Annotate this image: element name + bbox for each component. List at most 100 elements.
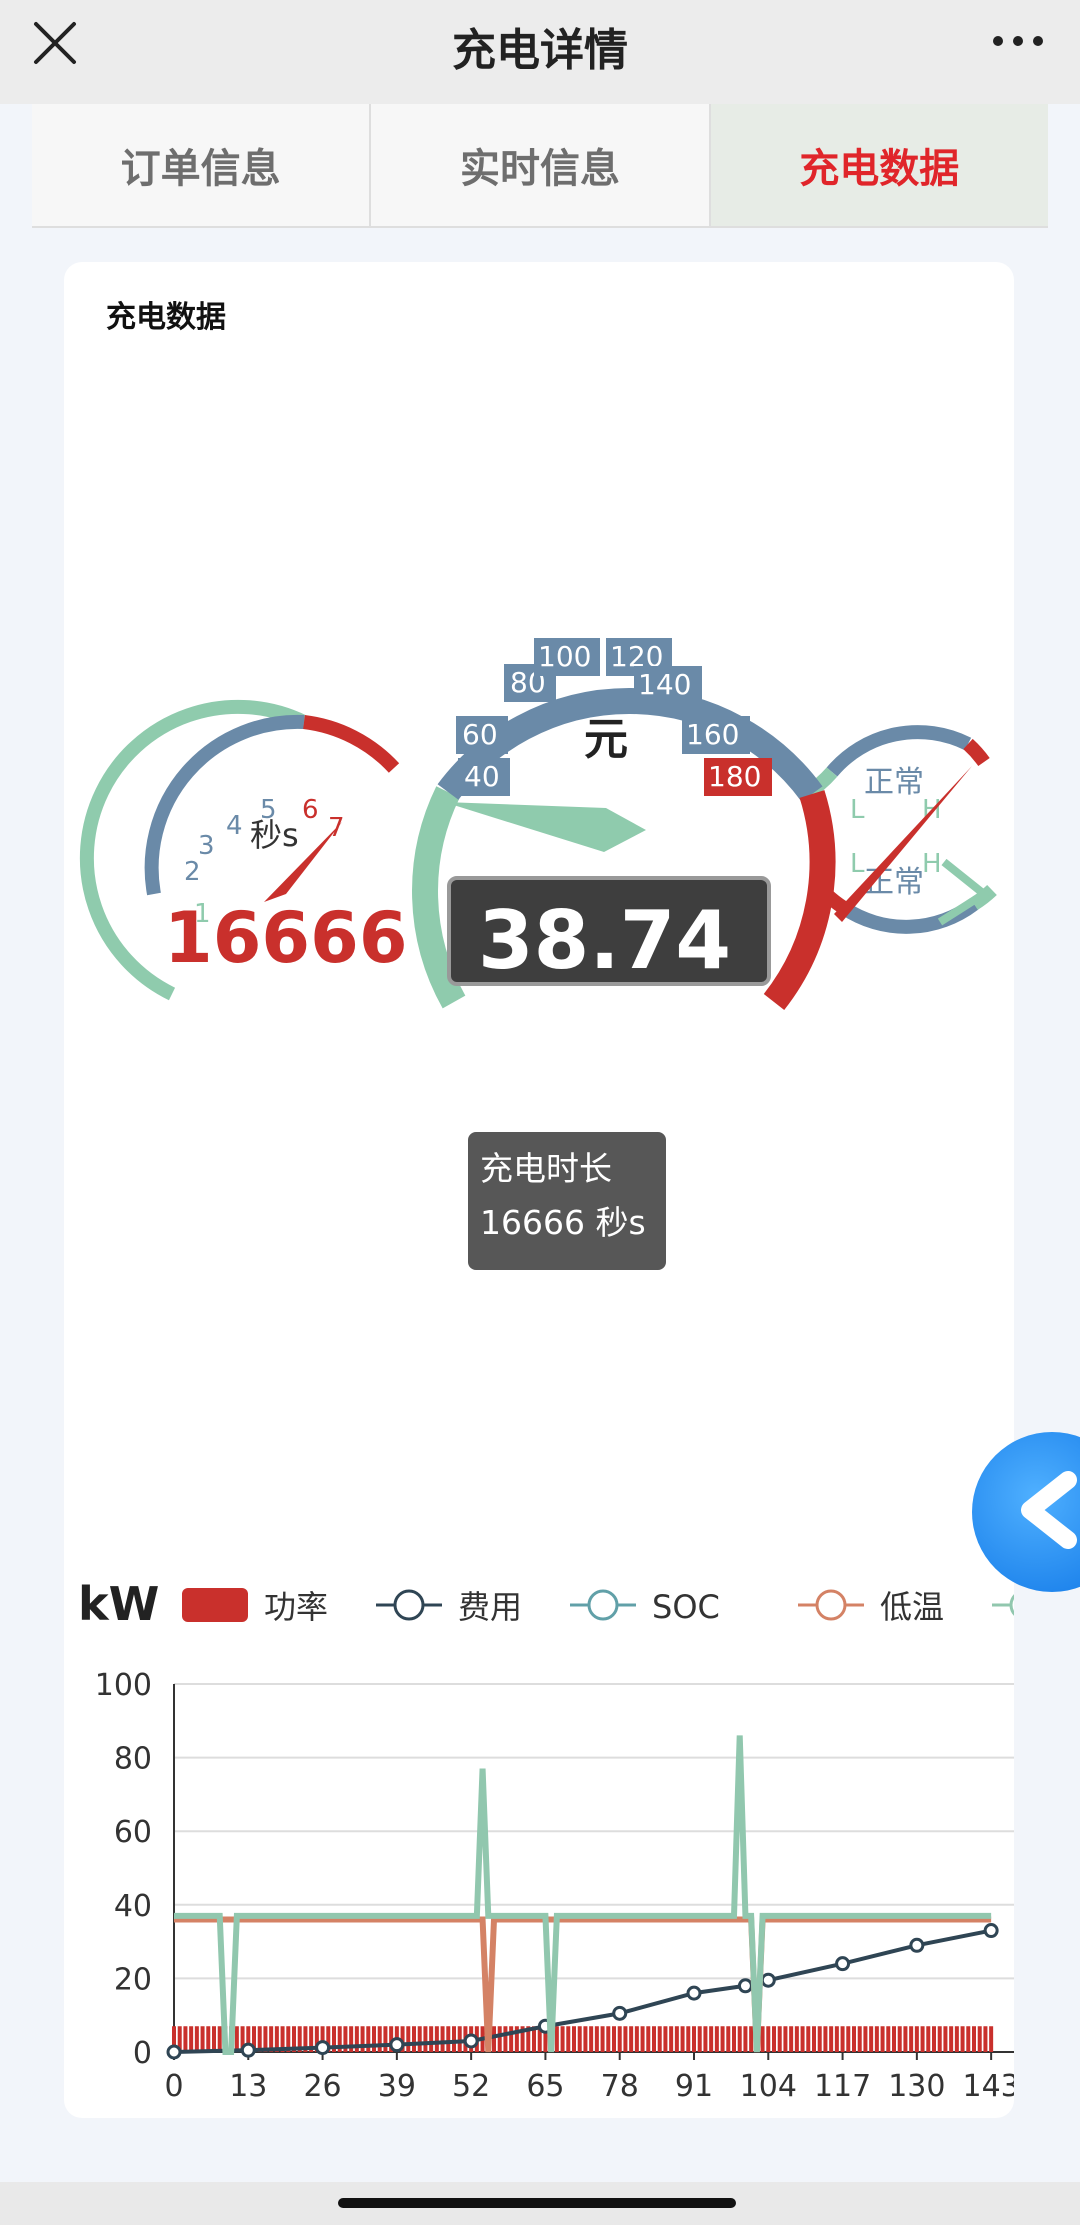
legend-item-0: 功率 [182,1588,328,1626]
power-bar [926,2026,931,2052]
power-bar [583,2026,588,2052]
cost-tick-180: 180 [708,760,761,793]
x-tick-label: 143 [963,2069,1014,2102]
power-bar [640,2026,645,2052]
power-bar [783,2026,788,2052]
power-bar [732,2026,736,2052]
power-bar [697,2026,702,2052]
gauge-cluster: 1 2 3 4 5 6 7 秒s 16666 正常 正常 H L H L [79,638,997,1011]
power-bar [183,2026,188,2052]
series-line-高温 [174,1735,992,2055]
power-bar [206,2026,211,2052]
more-icon[interactable] [992,34,1044,48]
page-title: 充电详情 [452,25,628,76]
power-bar [806,2026,811,2052]
power-bar [577,2026,582,2052]
power-bar [703,2026,708,2052]
legend-item-2: SOC [570,1588,720,1626]
power-bar [554,2026,559,2052]
power-bar [726,2026,731,2052]
power-bar [674,2026,679,2052]
power-bar [874,2026,879,2052]
chevron-left-icon [1021,1471,1077,1549]
legend-item-4: 高温 [992,1594,1014,1616]
x-tick-label: 52 [452,2069,490,2102]
power-bar [749,2026,754,2052]
x-tick-label: 65 [526,2069,564,2102]
power-bar [612,2026,616,2052]
power-bar [652,2026,656,2052]
chart-ylabel: kW [78,1577,159,1631]
power-bar [492,2026,496,2052]
power-bar [212,2026,216,2052]
data-point [686,1985,702,2001]
series-line-费用 [173,1928,992,2054]
power-bar [423,2026,428,2052]
power-bar [840,2026,845,2052]
cost-tick-160: 160 [686,718,739,751]
legend-item-1: 费用 [376,1588,522,1626]
power-bar [892,2026,896,2052]
power-bar [863,2026,868,2052]
power-bar [829,2026,834,2052]
power-bar [777,2026,782,2052]
data-point [909,1937,925,1953]
tab-charging-data[interactable]: 充电数据 [710,104,1048,226]
tab-bar: 订单信息 实时信息 充电数据 [32,104,1048,228]
duration-gauge: 1 2 3 4 5 6 7 秒s 16666 [79,699,408,1001]
power-bar [509,2026,514,2052]
legend: kW 功率 费用 SOC 低温 高温 [78,1577,1014,1631]
duration-tick-6: 6 [302,795,319,825]
power-bar [600,2026,605,2052]
power-bar [440,2026,445,2052]
power-bar [949,2026,954,2052]
power-bar [657,2026,662,2052]
legend-label: 费用 [458,1588,522,1626]
power-bar [606,2026,611,2052]
y-tick-label: 20 [114,1962,152,1997]
power-bar [629,2026,634,2052]
power-bar [503,2026,508,2052]
power-bar [812,2026,816,2052]
legend-swatch-marker [1009,1594,1014,1616]
power-bar [360,2026,365,2052]
power-bar [189,2026,194,2052]
home-indicator-bar [0,2182,1080,2225]
data-point [463,2033,479,2049]
power-bar [972,2026,976,2052]
power-bar [897,2026,902,2052]
tab-order-info[interactable]: 订单信息 [32,104,372,226]
tab-realtime-info[interactable]: 实时信息 [371,104,711,226]
legend-label: 低温 [880,1588,944,1626]
power-bar [720,2026,725,2052]
x-tick-label: 117 [814,2069,871,2102]
power-bar [903,2026,908,2052]
x-tick-label: 130 [888,2069,945,2102]
cost-gauge: 40 60 80 100 120 140 160 180 元 38.74 [412,638,836,1011]
power-bar [457,2026,462,2052]
power-bar [960,2026,965,2052]
power-bar [623,2026,628,2052]
power-bar [372,2026,376,2052]
x-tick-label: 39 [378,2069,416,2102]
power-bar [566,2026,571,2052]
x-tick-label: 26 [303,2069,341,2102]
data-point [389,2037,405,2053]
cost-unit: 元 [584,714,628,765]
x-tick-label: 78 [601,2069,639,2102]
power-bar [834,2026,839,2052]
power-bar [794,2026,799,2052]
cost-needle [444,802,646,852]
power-bar [852,2026,856,2052]
power-bar [737,2026,742,2052]
power-bar [846,2026,851,2052]
power-bar [412,2026,416,2052]
legend-item-3: 低温 [798,1588,944,1626]
power-bar [589,2026,594,2052]
duration-unit: 秒s [250,816,299,854]
home-indicator[interactable] [338,2198,736,2208]
power-bar [789,2026,794,2052]
data-point [166,2044,182,2060]
power-bar [954,2026,959,2052]
temperature-l-marker-top: L [850,795,865,825]
